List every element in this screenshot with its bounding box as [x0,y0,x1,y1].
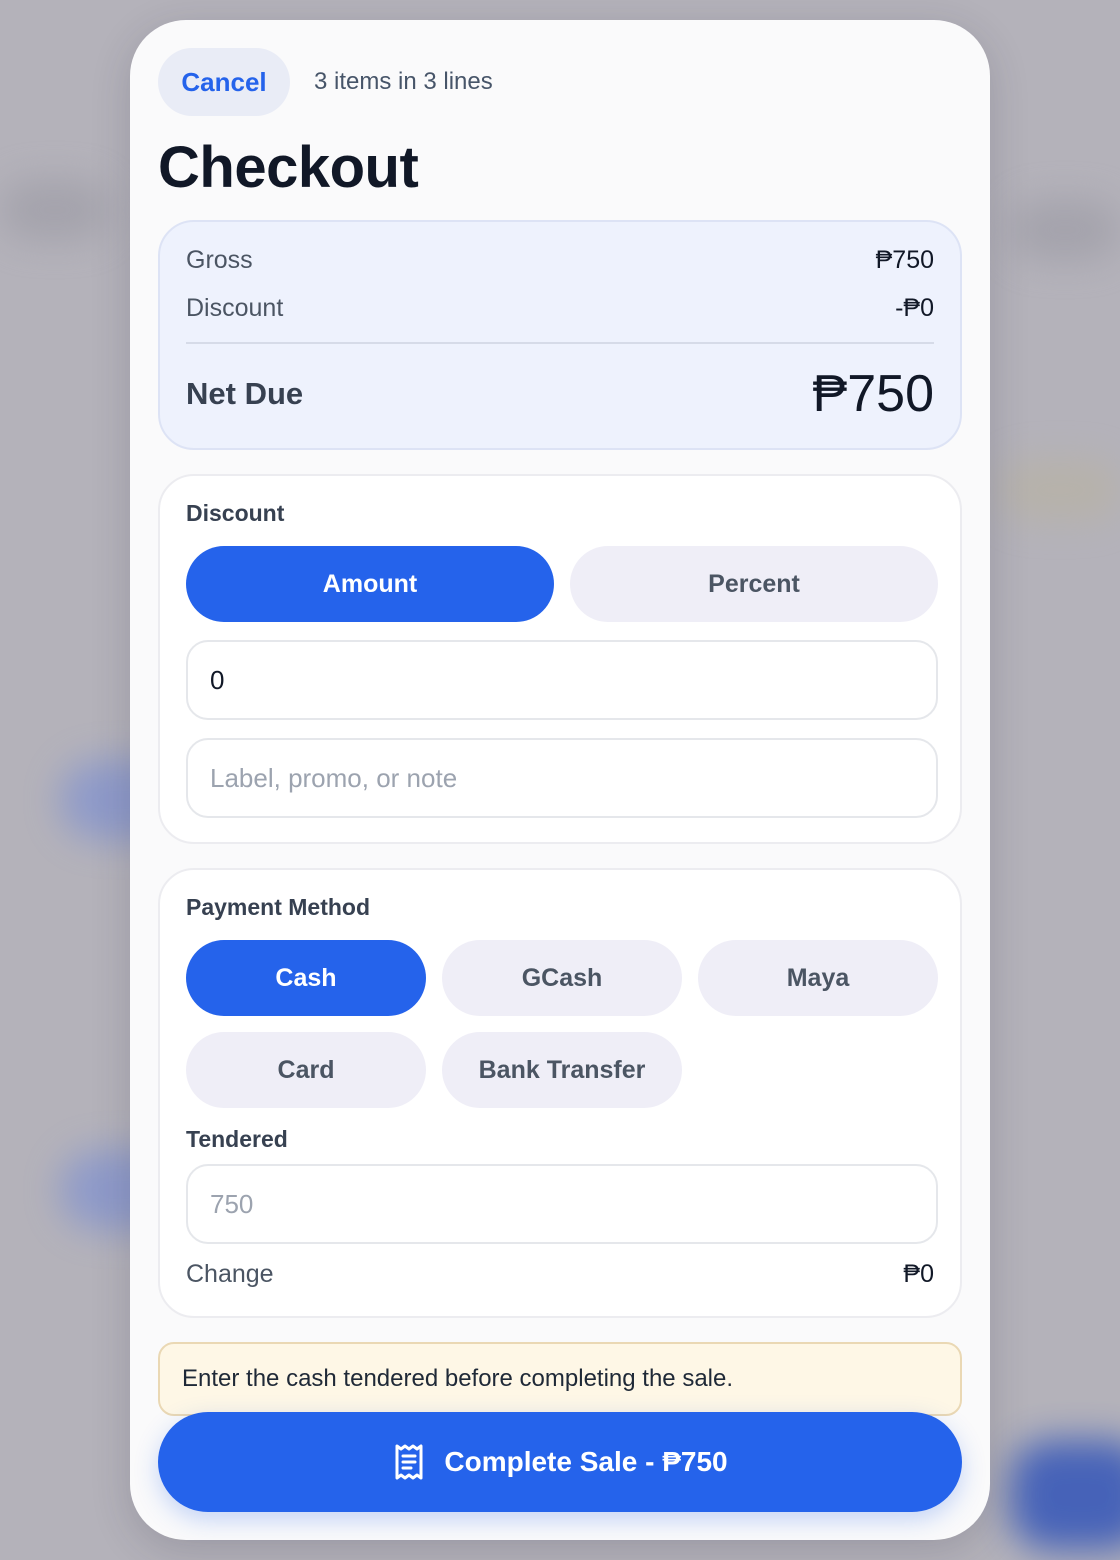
cancel-button[interactable]: Cancel [158,48,290,116]
background-blur [1000,460,1120,520]
complete-sale-button[interactable]: Complete Sale - ₱750 [158,1412,962,1512]
discount-label: Discount [186,294,284,322]
discount-note-input[interactable]: Label, promo, or note [186,738,938,818]
sheet-header: Cancel 3 items in 3 lines [158,48,493,116]
totals-summary: Gross ₱750 Discount -₱0 Net Due ₱750 [158,220,962,450]
payment-method-card[interactable]: Card [186,1032,426,1108]
gross-row: Gross ₱750 [186,246,934,275]
discount-amount-input[interactable]: 0 [186,640,938,720]
payment-method-gcash[interactable]: GCash [442,940,682,1016]
background-blur [1010,1440,1120,1550]
payment-method-cash[interactable]: Cash [186,940,426,1016]
discount-row: Discount -₱0 [186,294,934,323]
receipt-icon [392,1443,426,1481]
change-label: Change [186,1260,274,1288]
complete-sale-label: Complete Sale - ₱750 [444,1446,728,1477]
discount-section: Discount Amount Percent 0 Label, promo, … [158,474,962,844]
discount-mode-percent[interactable]: Percent [570,546,938,622]
discount-section-label: Discount [186,500,285,526]
change-row: Change ₱0 [186,1260,934,1289]
net-due-value: ₱750 [812,365,934,423]
tendered-input[interactable]: 750 [186,1164,938,1244]
gross-value: ₱750 [875,246,934,274]
net-due-label: Net Due [186,376,304,411]
background-blur [0,180,110,240]
background-blur [1010,200,1120,260]
discount-value: -₱0 [895,294,934,322]
summary-divider [186,342,934,344]
payment-method-maya[interactable]: Maya [698,940,938,1016]
tendered-label: Tendered [186,1126,288,1152]
discount-mode-amount[interactable]: Amount [186,546,554,622]
payment-method-bank-transfer[interactable]: Bank Transfer [442,1032,682,1108]
checkout-sheet: Cancel 3 items in 3 lines Checkout Gross… [130,20,990,1540]
payment-method-label: Payment Method [186,894,371,920]
page-title: Checkout [158,135,419,200]
items-summary: 3 items in 3 lines [314,68,493,95]
change-value: ₱0 [903,1260,934,1288]
net-due-row: Net Due ₱750 [186,364,934,424]
warning-notice: Enter the cash tendered before completin… [158,1342,962,1416]
gross-label: Gross [186,246,253,274]
payment-section: Payment Method Cash GCash Maya Card Bank… [158,868,962,1318]
